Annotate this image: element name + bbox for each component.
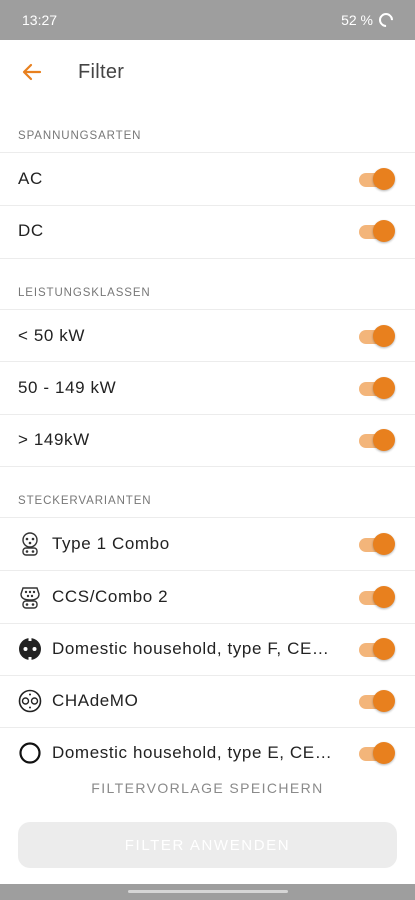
battery-icon: [376, 10, 396, 30]
toggle-ac[interactable]: [359, 168, 395, 190]
divider: [0, 466, 415, 467]
filter-row-dc[interactable]: DC: [0, 205, 415, 257]
save-filter-template-button[interactable]: FILTERVORLAGE SPEICHERN: [0, 780, 415, 796]
section-header-plugs: STECKERVARIANTEN: [18, 495, 152, 507]
filter-row-type-f[interactable]: Domestic household, type F, CE…: [0, 623, 415, 675]
filter-row-over-149kw[interactable]: > 149kW: [0, 414, 415, 466]
filter-label: < 50 kW: [18, 326, 86, 345]
filter-row-under-50kw[interactable]: < 50 kW: [0, 310, 415, 362]
filter-row-ccs-combo2[interactable]: CCS/Combo 2: [0, 571, 415, 623]
battery-indicator: 52 %: [341, 10, 396, 30]
toggle-50-149kw[interactable]: [359, 377, 395, 399]
type1-combo-plug-icon: [18, 532, 42, 556]
filter-label: CCS/Combo 2: [52, 587, 169, 606]
ccs-combo2-plug-icon: [18, 585, 42, 609]
battery-percent: 52 %: [341, 12, 373, 28]
filter-label: Domestic household, type E, CE…: [52, 743, 333, 762]
section-header-power: LEISTUNGSKLASSEN: [18, 287, 151, 299]
filter-row-50-149kw[interactable]: 50 - 149 kW: [0, 362, 415, 414]
filter-label: > 149kW: [18, 430, 90, 449]
toggle-ccs-combo2[interactable]: [359, 586, 395, 608]
divider: [0, 258, 415, 259]
section-header-voltage: SPANNUNGSARTEN: [18, 130, 142, 142]
navigation-bar: [0, 884, 415, 900]
status-bar: 13:27 52 %: [0, 0, 415, 40]
filter-label: CHAdeMO: [52, 691, 139, 710]
toggle-type-f[interactable]: [359, 638, 395, 660]
status-time: 13:27: [22, 12, 58, 28]
filter-row-ac[interactable]: AC: [0, 153, 415, 205]
apply-filter-button[interactable]: FILTER ANWENDEN: [18, 822, 397, 868]
filter-label: Type 1 Combo: [52, 534, 170, 553]
filter-label: DC: [18, 221, 44, 240]
filter-label: AC: [18, 169, 43, 188]
filter-row-chademo[interactable]: CHAdeMO: [0, 675, 415, 727]
filter-row-type-e[interactable]: Domestic household, type E, CE…: [0, 727, 415, 779]
filter-label: 50 - 149 kW: [18, 378, 117, 397]
app-bar: Filter: [0, 40, 415, 104]
toggle-dc[interactable]: [359, 220, 395, 242]
back-arrow-icon[interactable]: [18, 58, 46, 86]
schuko-type-f-plug-icon: [18, 637, 42, 661]
toggle-chademo[interactable]: [359, 690, 395, 712]
filter-row-type1-combo[interactable]: Type 1 Combo: [0, 518, 415, 570]
toggle-type-e[interactable]: [359, 742, 395, 764]
page-title: Filter: [78, 61, 125, 83]
type-e-plug-icon: [18, 741, 42, 765]
filter-label: Domestic household, type F, CE…: [52, 639, 330, 658]
toggle-type1-combo[interactable]: [359, 533, 395, 555]
home-gesture-handle[interactable]: [128, 890, 288, 893]
toggle-under-50kw[interactable]: [359, 325, 395, 347]
chademo-plug-icon: [18, 689, 42, 713]
toggle-over-149kw[interactable]: [359, 429, 395, 451]
